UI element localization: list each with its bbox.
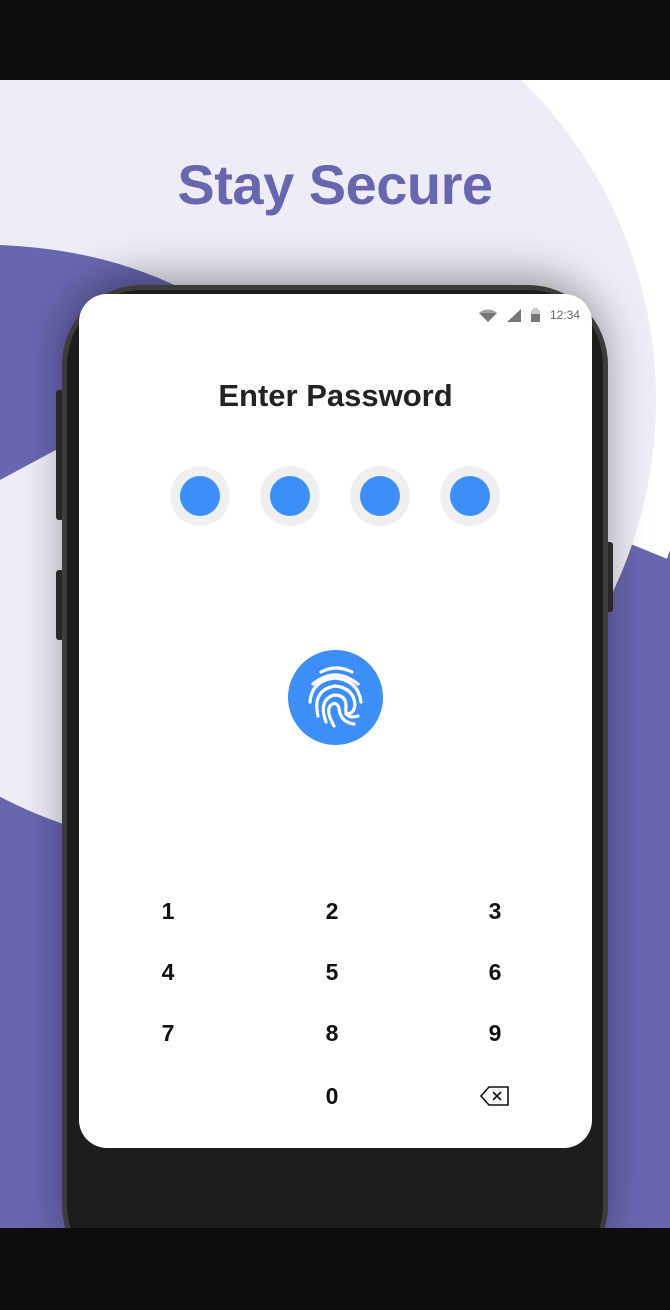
key-8[interactable]: 8 [292,1008,372,1058]
pin-dot-filled [350,466,410,526]
key-2[interactable]: 2 [292,886,372,936]
key-0[interactable]: 0 [292,1071,372,1121]
key-6[interactable]: 6 [455,947,535,997]
pin-dot-filled [440,466,500,526]
status-bar: 12:34 [478,308,580,322]
key-9[interactable]: 9 [455,1008,535,1058]
headline: Stay Secure [177,153,493,216]
status-time: 12:34 [549,308,580,322]
pin-dot-filled [260,466,320,526]
wifi-icon [478,309,497,322]
pin-dot-filled [170,466,230,526]
key-7[interactable]: 7 [128,1008,208,1058]
backspace-icon [480,1086,509,1106]
key-5[interactable]: 5 [292,947,372,997]
lock-screen: 12:34 Enter Password 1 2 3 4 5 6 7 8 9 0 [79,294,592,1148]
enter-password-title: Enter Password [218,378,453,413]
backspace-button[interactable] [455,1071,535,1121]
key-1[interactable]: 1 [128,886,208,936]
key-4[interactable]: 4 [128,947,208,997]
fingerprint-button[interactable] [288,650,383,745]
fingerprint-icon [308,666,363,728]
signal-icon [506,308,521,322]
battery-icon [530,308,540,322]
key-3[interactable]: 3 [455,886,535,936]
